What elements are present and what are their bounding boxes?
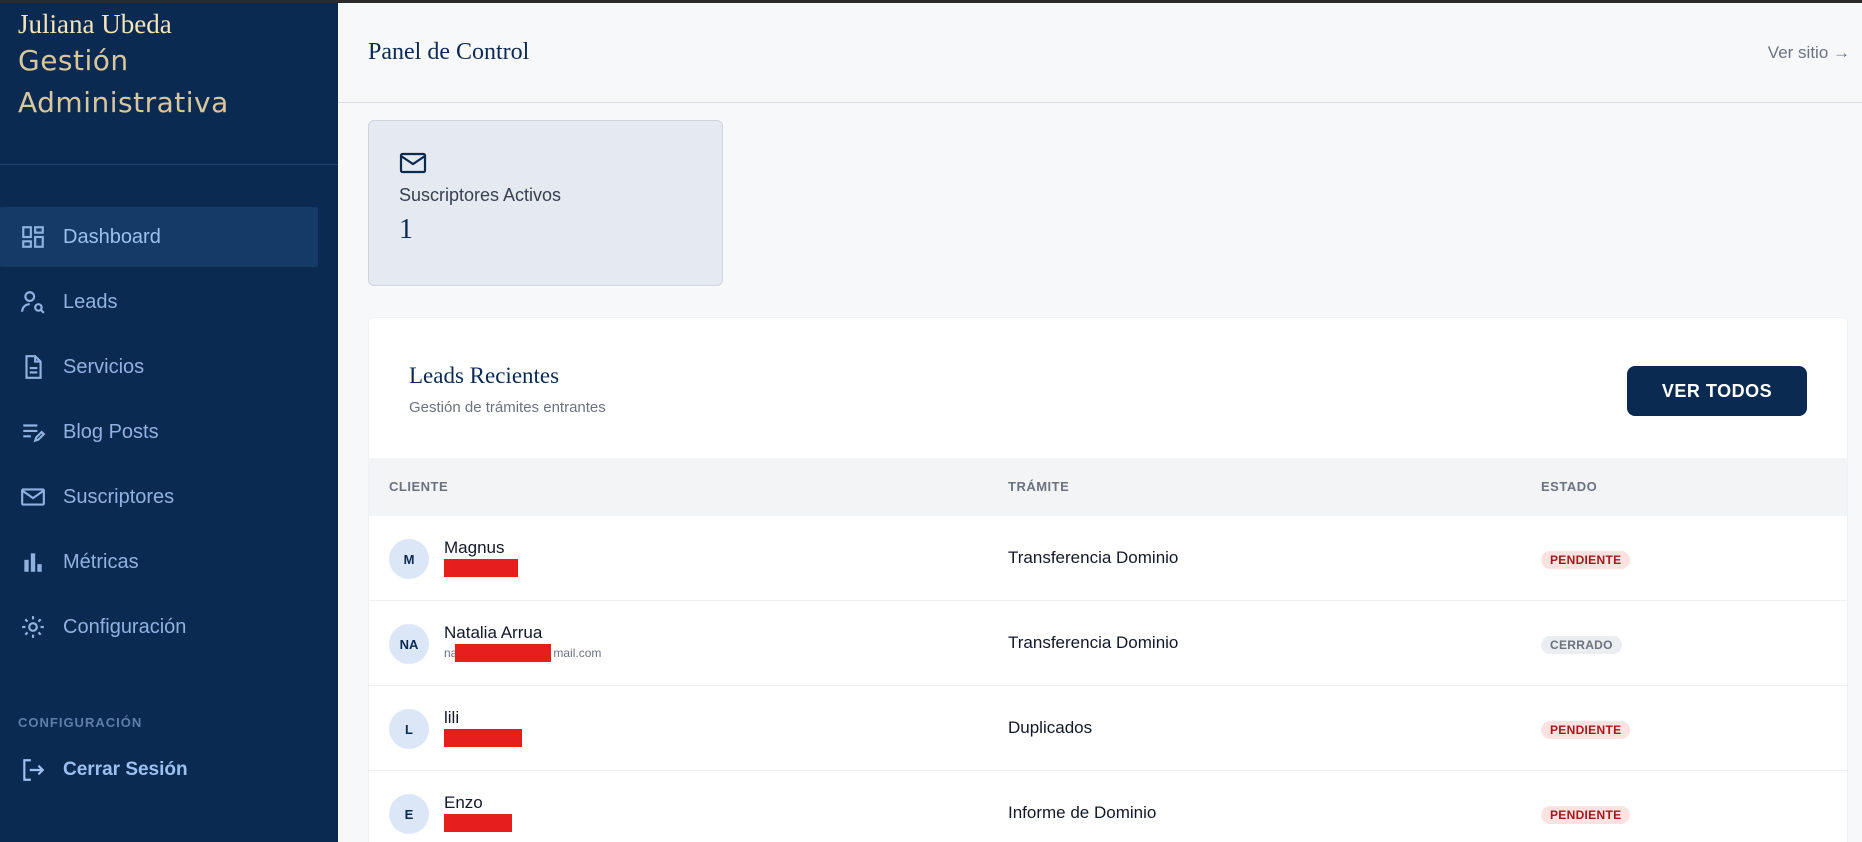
brand-name: Juliana Ubeda [18, 9, 172, 39]
section-label: CONFIGURACIÓN [18, 715, 143, 730]
sidebar-item-label: Leads [63, 290, 118, 313]
view-all-button[interactable]: VER TODOS [1627, 366, 1807, 416]
status-badge: CERRADO [1541, 636, 1622, 654]
avatar: L [389, 709, 429, 749]
tramite-value: Transferencia Dominio [1008, 548, 1179, 567]
sidebar-item-suscriptores[interactable]: Suscriptores [0, 467, 318, 527]
status-badge: PENDIENTE [1541, 806, 1631, 824]
sidebar-item-leads[interactable]: Leads [0, 272, 318, 332]
leads-header: Leads Recientes Gestión de trámites entr… [369, 318, 1847, 458]
tramite-value: Transferencia Dominio [1008, 633, 1179, 652]
mail-icon [20, 484, 46, 510]
brand: Juliana Ubeda Gestión Administrativa [0, 3, 338, 165]
bar-chart-icon [20, 549, 46, 575]
sidebar-item-metricas[interactable]: Métricas [0, 532, 318, 592]
table-row[interactable]: NA Natalia Arrua na mail.com Transferenci… [369, 601, 1847, 686]
client-name: lili [444, 708, 460, 727]
client-email-suffix: mail.com [553, 646, 602, 660]
edit-list-icon [20, 419, 46, 445]
stat-card-subscribers: Suscriptores Activos 1 [368, 120, 723, 286]
status-badge: PENDIENTE [1541, 551, 1631, 569]
table-header: CLIENTE TRÁMITE ESTADO [369, 458, 1847, 516]
client-name: Natalia Arrua [444, 623, 543, 642]
avatar: NA [389, 624, 429, 664]
brand-subtitle-line2: Administrativa [18, 86, 229, 119]
tramite-value: Duplicados [1008, 718, 1093, 737]
sidebar-item-label: Configuración [63, 615, 187, 638]
dashboard-icon [20, 224, 46, 250]
redacted-email [455, 644, 551, 662]
sidebar-item-label: Métricas [63, 550, 139, 573]
sidebar-nav: Dashboard Leads Servicios Blog Posts Sus… [0, 165, 338, 657]
page-title: Panel de Control [368, 39, 530, 65]
leads-subtitle: Gestión de trámites entrantes [409, 399, 606, 416]
logout-label: Cerrar Sesión [63, 759, 188, 780]
sidebar-item-label: Blog Posts [63, 420, 159, 443]
user-search-icon [20, 289, 46, 315]
window-top-border [0, 0, 1862, 3]
sidebar-item-configuracion[interactable]: Configuración [0, 597, 318, 657]
tramite-value: Informe de Dominio [1008, 803, 1157, 822]
redacted-email [444, 729, 522, 747]
avatar: M [389, 539, 429, 579]
table-row[interactable]: L lili Duplicados PENDIENTE [369, 686, 1847, 771]
client-name: Enzo [444, 793, 483, 812]
column-header-estado[interactable]: ESTADO [1541, 479, 1597, 494]
recent-leads-card: Leads Recientes Gestión de trámites entr… [368, 317, 1848, 842]
sidebar-item-label: Dashboard [63, 225, 161, 248]
page-header: Panel de Control Ver sitio → [338, 3, 1862, 103]
sidebar-item-blog-posts[interactable]: Blog Posts [0, 402, 318, 462]
main-content: Panel de Control Ver sitio → Suscriptore… [338, 3, 1862, 842]
sidebar-item-label: Suscriptores [63, 485, 175, 508]
column-header-cliente[interactable]: CLIENTE [389, 479, 448, 494]
redacted-email [444, 814, 512, 832]
stat-value: 1 [399, 214, 413, 245]
sidebar-item-dashboard[interactable]: Dashboard [0, 207, 318, 267]
table-row[interactable]: M Magnus Transferencia Dominio PENDIENTE [369, 516, 1847, 601]
logout-icon [20, 757, 46, 783]
sidebar-item-servicios[interactable]: Servicios [0, 337, 318, 397]
avatar: E [389, 794, 429, 834]
sidebar-item-label: Servicios [63, 355, 145, 378]
document-icon [20, 354, 46, 380]
logout-button[interactable]: Cerrar Sesión [20, 757, 188, 783]
sidebar: Juliana Ubeda Gestión Administrativa Das… [0, 3, 338, 842]
brand-subtitle-line1: Gestión [18, 44, 129, 77]
table-row[interactable]: E Enzo Informe de Dominio PENDIENTE [369, 771, 1847, 842]
status-badge: PENDIENTE [1541, 721, 1631, 739]
gear-icon [20, 614, 46, 640]
view-site-link[interactable]: Ver sitio → [1768, 43, 1850, 63]
redacted-email [444, 559, 518, 577]
stat-label: Suscriptores Activos [399, 185, 562, 205]
column-header-tramite[interactable]: TRÁMITE [1008, 479, 1069, 494]
leads-title: Leads Recientes [409, 363, 560, 388]
mail-icon [399, 151, 427, 175]
client-name: Magnus [444, 538, 505, 557]
